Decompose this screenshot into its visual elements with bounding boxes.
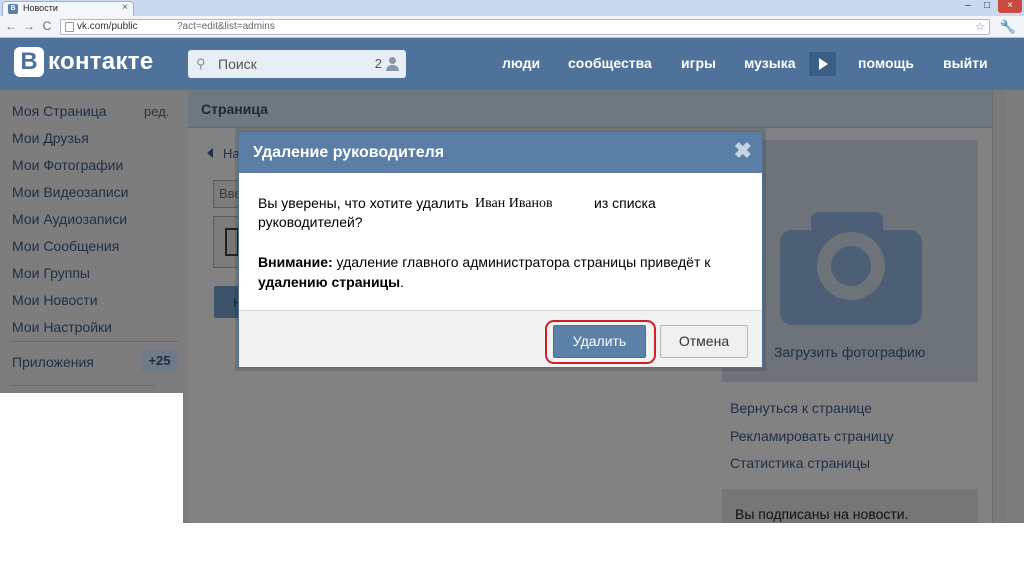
sidebar-item-apps[interactable]: Приложения [12, 354, 94, 370]
page-icon [65, 22, 74, 32]
person-icon [386, 57, 399, 71]
sidebar-item-photos[interactable]: Мои Фотографии [12, 157, 123, 173]
nav-help[interactable]: помощь [858, 55, 914, 71]
dialog-title: Удаление руководителя [253, 144, 445, 161]
logo-text: контакте [48, 48, 154, 75]
warning-label: Внимание: [258, 254, 333, 270]
search-icon: ⚲ [196, 56, 206, 71]
wrench-icon[interactable]: 🔧 [1000, 19, 1016, 35]
window-close-icon[interactable]: × [998, 0, 1022, 13]
logo-letter: В [14, 47, 44, 77]
play-icon[interactable] [809, 52, 836, 76]
vk-favicon-icon: B [8, 4, 18, 14]
search-friends-count: 2 [374, 56, 382, 71]
sidebar-item-audio[interactable]: Мои Аудиозаписи [12, 211, 127, 227]
sidebar-item-videos[interactable]: Мои Видеозаписи [12, 184, 128, 200]
window-controls: – □ × [960, 0, 1022, 15]
url-host: vk.com/public [77, 21, 138, 32]
warning-text: удаление главного администратора страниц… [336, 254, 711, 270]
subscription-status[interactable]: Вы подписаны на новости. [735, 506, 909, 522]
content-header [188, 90, 992, 128]
maximize-icon[interactable]: □ [979, 0, 995, 13]
warning-message: Внимание: удаление главного администрато… [258, 252, 748, 292]
nav-games[interactable]: игры [681, 55, 716, 71]
nav-logout[interactable]: выйти [943, 55, 988, 71]
page-stats-link[interactable]: Статистика страницы [730, 455, 870, 471]
tab-close-icon[interactable]: × [122, 2, 128, 13]
delete-manager-dialog: Удаление руководителя ✖ Вы уверены, что … [238, 131, 763, 368]
warning-bold: удалению страницы [258, 274, 401, 290]
cancel-button[interactable]: Отмена [660, 325, 748, 358]
browser-tab[interactable]: B Новости × [2, 1, 134, 16]
sidebar-item-news[interactable]: Мои Новости [12, 292, 98, 308]
camera-icon [780, 212, 922, 325]
blank-footer [0, 523, 1024, 576]
nav-communities[interactable]: сообщества [568, 55, 652, 71]
sidebar-divider [10, 341, 178, 342]
nav-music[interactable]: музыка [744, 55, 795, 71]
sidebar-edit-link[interactable]: ред. [144, 104, 169, 119]
address-bar[interactable]: vk.com/public ?act=edit&list=admins ☆ [60, 19, 990, 35]
url-path: ?act=edit&list=admins [177, 21, 275, 32]
scrollbar[interactable] [992, 90, 1006, 523]
advertise-page-link[interactable]: Рекламировать страницу [730, 428, 894, 444]
sidebar-item-my-page[interactable]: Моя Страница [12, 103, 107, 119]
manager-name: Иван Иванов [475, 196, 553, 211]
confirm-text: Вы уверены, что хотите удалить [258, 195, 469, 211]
tab-title: Новости [23, 3, 58, 13]
dialog-header: Удаление руководителя ✖ [239, 132, 762, 173]
confirm-text-line2: руководителей? [258, 214, 363, 230]
search-placeholder: Поиск [218, 56, 257, 72]
sidebar-item-groups[interactable]: Мои Группы [12, 265, 90, 281]
delete-button[interactable]: Удалить [553, 325, 646, 358]
sidebar-item-friends[interactable]: Мои Друзья [12, 130, 89, 146]
back-triangle-icon [207, 148, 213, 158]
vk-logo[interactable]: В контакте [14, 46, 153, 78]
blank-area [0, 393, 183, 523]
minimize-icon[interactable]: – [960, 0, 976, 13]
vk-header: В контакте ⚲ Поиск 2 люди сообщества игр… [0, 38, 1024, 90]
dialog-footer: Удалить Отмена [239, 310, 762, 367]
reload-icon[interactable]: C [40, 19, 54, 33]
sidebar-divider-2 [10, 385, 155, 386]
bookmark-star-icon[interactable]: ☆ [975, 20, 985, 33]
browser-tab-strip: B Новости × – □ × [0, 0, 1024, 16]
confirm-text-tail: из списка [594, 195, 656, 211]
admin-checkbox[interactable] [225, 228, 239, 256]
back-arrow-icon[interactable]: ← [4, 19, 18, 33]
warning-end: . [400, 274, 405, 290]
page-title: Страница [201, 101, 268, 117]
search-input[interactable]: ⚲ Поиск 2 [188, 50, 406, 78]
close-icon[interactable]: ✖ [734, 138, 752, 164]
sidebar-item-settings[interactable]: Мои Настройки [12, 319, 112, 335]
upload-photo-link[interactable]: Загрузить фотографию [774, 344, 925, 360]
forward-arrow-icon[interactable]: → [22, 19, 36, 33]
sidebar-item-messages[interactable]: Мои Сообщения [12, 238, 119, 254]
return-to-page-link[interactable]: Вернуться к странице [730, 400, 872, 416]
nav-people[interactable]: люди [502, 55, 540, 71]
apps-count-badge[interactable]: +25 [141, 350, 178, 372]
browser-toolbar: ← → C vk.com/public ?act=edit&list=admin… [0, 16, 1024, 38]
